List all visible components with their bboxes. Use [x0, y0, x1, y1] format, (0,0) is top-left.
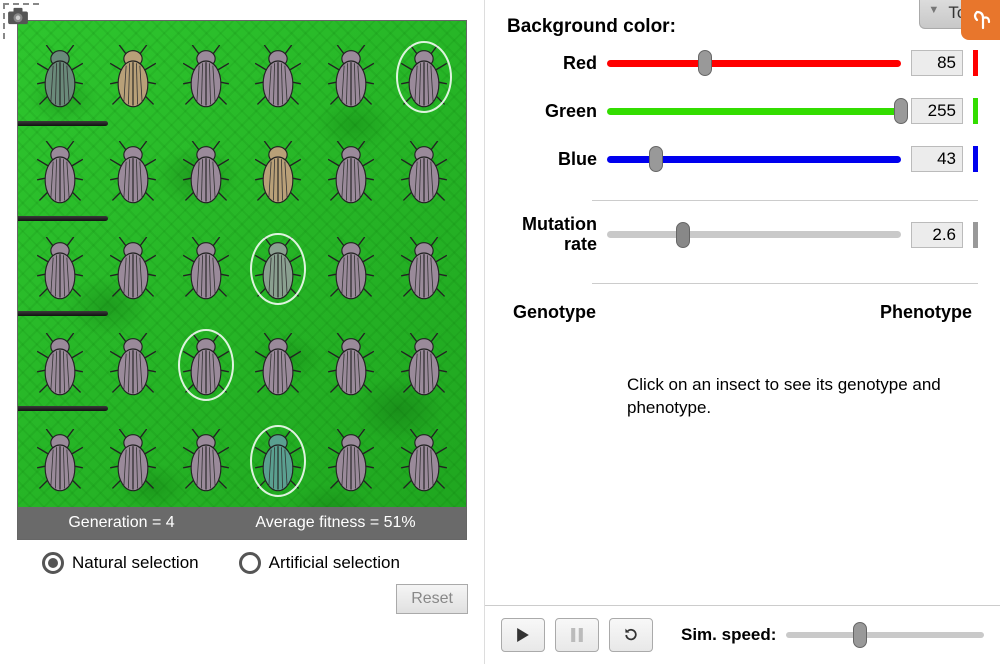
speed-slider[interactable] [786, 632, 984, 638]
slider-end-mark [973, 222, 978, 248]
insect[interactable] [387, 31, 460, 123]
divider [592, 200, 978, 201]
mutation-label: Mutation rate [507, 215, 597, 255]
insect[interactable] [315, 415, 388, 507]
red-label: Red [507, 53, 597, 74]
slider-thumb[interactable] [894, 98, 908, 124]
insect[interactable] [242, 31, 315, 123]
radio-icon [42, 552, 64, 574]
insect[interactable] [387, 127, 460, 219]
insect[interactable] [97, 127, 170, 219]
screenshot-button[interactable] [3, 3, 39, 39]
insect[interactable] [315, 223, 388, 315]
red-value[interactable]: 85 [911, 50, 963, 76]
mutation-value[interactable]: 2.6 [911, 222, 963, 248]
brand-badge [961, 0, 1000, 40]
restart-button[interactable] [609, 618, 653, 652]
insect[interactable] [315, 31, 388, 123]
slider-thumb[interactable] [676, 222, 690, 248]
blue-label: Blue [507, 149, 597, 170]
pause-button[interactable] [555, 618, 599, 652]
natural-selection-radio[interactable]: Natural selection [42, 552, 199, 574]
insect[interactable] [24, 319, 97, 411]
radio-label: Natural selection [72, 553, 199, 573]
mutation-slider[interactable] [607, 231, 901, 238]
fitness-label: Average fitness = 51% [255, 514, 415, 532]
insect[interactable] [169, 415, 242, 507]
slider-thumb[interactable] [698, 50, 712, 76]
radio-icon [239, 552, 261, 574]
speed-label: Sim. speed: [681, 625, 776, 645]
insect[interactable] [97, 319, 170, 411]
insect[interactable] [169, 319, 242, 411]
green-value[interactable]: 255 [911, 98, 963, 124]
simulation-canvas: Generation = 4 Average fitness = 51% [17, 20, 467, 540]
slider-thumb[interactable] [649, 146, 663, 172]
color-swatch [973, 50, 978, 76]
phenotype-heading: Phenotype [880, 302, 972, 323]
insect[interactable] [169, 127, 242, 219]
insect[interactable] [387, 415, 460, 507]
blue-slider[interactable] [607, 156, 901, 163]
hint-text: Click on an insect to see its genotype a… [627, 373, 978, 421]
red-slider[interactable] [607, 60, 901, 67]
slider-thumb[interactable] [853, 622, 867, 648]
insect[interactable] [315, 319, 388, 411]
insect[interactable] [24, 415, 97, 507]
color-swatch [973, 98, 978, 124]
insect[interactable] [242, 127, 315, 219]
insect[interactable] [24, 31, 97, 123]
insect[interactable] [97, 415, 170, 507]
color-swatch [973, 146, 978, 172]
blue-value[interactable]: 43 [911, 146, 963, 172]
insect[interactable] [24, 127, 97, 219]
play-button[interactable] [501, 618, 545, 652]
insect[interactable] [242, 223, 315, 315]
insect[interactable] [242, 319, 315, 411]
insect[interactable] [242, 415, 315, 507]
artificial-selection-radio[interactable]: Artificial selection [239, 552, 400, 574]
green-slider[interactable] [607, 108, 901, 115]
insect[interactable] [315, 127, 388, 219]
status-bar: Generation = 4 Average fitness = 51% [18, 507, 466, 539]
radio-label: Artificial selection [269, 553, 400, 573]
insect[interactable] [97, 31, 170, 123]
insect[interactable] [169, 31, 242, 123]
insect[interactable] [387, 223, 460, 315]
insect[interactable] [24, 223, 97, 315]
insect[interactable] [387, 319, 460, 411]
bg-color-heading: Background color: [507, 16, 978, 38]
reset-button[interactable]: Reset [396, 584, 468, 614]
green-label: Green [507, 101, 597, 122]
generation-label: Generation = 4 [68, 514, 174, 532]
insect[interactable] [97, 223, 170, 315]
divider [592, 283, 978, 284]
insect[interactable] [169, 223, 242, 315]
genotype-heading: Genotype [513, 302, 596, 323]
